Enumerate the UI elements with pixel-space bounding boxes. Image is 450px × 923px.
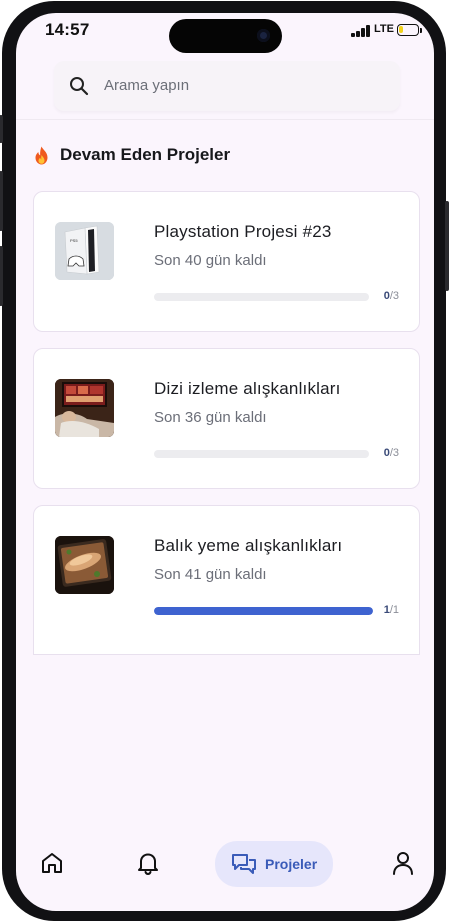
section-header: Devam Eden Projeler xyxy=(33,144,230,166)
home-icon xyxy=(42,853,62,873)
progress-bar xyxy=(154,607,373,615)
volume-down-button xyxy=(0,246,3,306)
progress-count: 1/1 xyxy=(383,604,399,616)
search-placeholder: Arama yapın xyxy=(104,77,190,94)
dynamic-island xyxy=(169,19,282,53)
network-type: LTE xyxy=(374,23,394,35)
project-thumbnail-playstation: PS5 xyxy=(55,222,114,280)
power-button xyxy=(445,201,449,291)
progress-count: 0/3 xyxy=(383,290,399,302)
section-title: Devam Eden Projeler xyxy=(60,145,231,164)
project-card[interactable]: PS5 Playstation Projesi #23 Son 40 gün k… xyxy=(33,191,420,332)
nav-projects-label: Projeler xyxy=(265,856,318,872)
tv-watching-image xyxy=(55,379,114,437)
project-thumbnail-fish xyxy=(55,536,114,594)
project-card[interactable]: Balık yeme alışkanlıkları Son 41 gün kal… xyxy=(33,505,420,655)
status-time: 14:57 xyxy=(45,20,90,39)
fish-dish-image xyxy=(55,536,114,594)
project-card[interactable]: Dizi izleme alışkanlıkları Son 36 gün ka… xyxy=(33,348,420,489)
progress-fill xyxy=(154,607,373,615)
app-screen: 14:57 LTE Arama yapın Devam Eden Projele… xyxy=(16,13,434,911)
signal-icon xyxy=(351,25,371,37)
user-icon xyxy=(393,852,413,875)
project-deadline: Son 36 gün kaldı xyxy=(154,409,267,426)
project-deadline: Son 40 gün kaldı xyxy=(154,252,267,269)
project-title: Balık yeme alışkanlıkları xyxy=(154,536,343,555)
search-input[interactable]: Arama yapın xyxy=(54,61,400,111)
progress-count: 0/3 xyxy=(383,447,399,459)
search-area: Arama yapın xyxy=(16,57,434,120)
camera-icon xyxy=(257,29,270,42)
project-title: Playstation Projesi #23 xyxy=(154,222,332,241)
nav-projects[interactable]: Projeler xyxy=(215,841,334,887)
project-thumbnail-tv xyxy=(55,379,114,437)
nav-profile[interactable] xyxy=(388,841,418,885)
playstation-console-image: PS5 xyxy=(55,222,114,280)
progress-bar xyxy=(154,293,369,301)
side-button xyxy=(0,115,3,143)
search-icon xyxy=(70,77,89,96)
phone-frame: 14:57 LTE Arama yapın Devam Eden Projele… xyxy=(0,1,449,921)
project-deadline: Son 41 gün kaldı xyxy=(154,566,267,583)
fire-icon xyxy=(35,146,48,164)
chat-icon xyxy=(232,854,256,874)
battery-tip xyxy=(420,28,422,33)
bell-icon xyxy=(138,853,158,876)
project-title: Dizi izleme alışkanlıkları xyxy=(154,379,341,398)
nav-home[interactable] xyxy=(36,841,68,885)
progress-bar xyxy=(154,450,369,458)
bottom-navigation: Projeler xyxy=(16,833,434,911)
nav-notifications[interactable] xyxy=(132,841,164,885)
status-bar: 14:57 LTE xyxy=(16,13,434,57)
volume-up-button xyxy=(0,171,3,231)
battery-icon xyxy=(397,24,419,36)
svg-text:PS5: PS5 xyxy=(70,238,78,243)
